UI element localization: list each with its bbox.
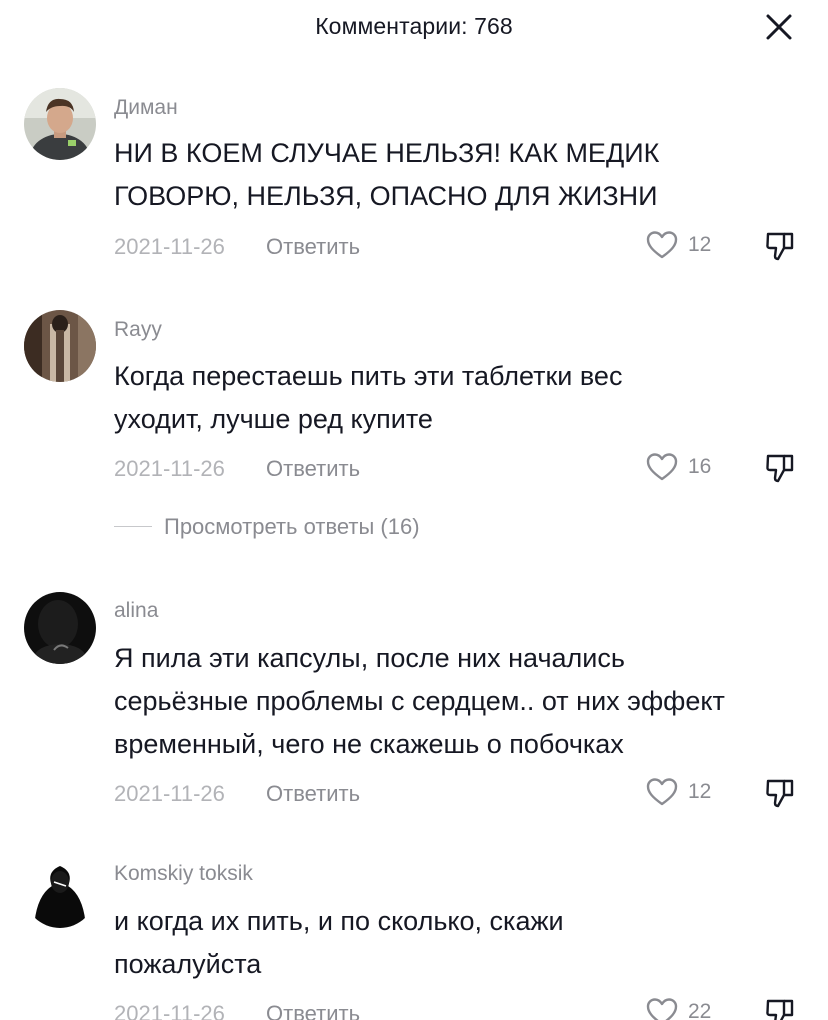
like-button[interactable]: 12 — [646, 230, 726, 262]
dislike-button[interactable] — [764, 777, 796, 809]
heart-icon — [646, 998, 678, 1020]
close-button[interactable] — [762, 10, 796, 44]
thumbs-down-icon — [766, 999, 794, 1020]
heart-icon — [646, 231, 678, 259]
reply-button[interactable]: Ответить — [266, 1001, 360, 1020]
reply-button[interactable]: Ответить — [266, 456, 360, 482]
like-button[interactable]: 16 — [646, 452, 726, 484]
like-button[interactable]: 22 — [646, 997, 726, 1020]
comment-text: и когда их пить, и по сколько, скажи пож… — [114, 906, 564, 979]
comment-date: 2021-11-26 — [114, 456, 225, 481]
comments-header: Комментарии: 768 — [0, 0, 828, 56]
comment-date: 2021-11-26 — [114, 781, 225, 806]
thumbs-down-icon — [766, 779, 794, 808]
dislike-button[interactable] — [764, 230, 796, 262]
avatar[interactable] — [24, 856, 96, 928]
comment-username[interactable]: Komskiy toksik — [114, 862, 253, 886]
comments-sheet: Комментарии: 768 Диман НИ В КОЕМ СЛУЧАЕ … — [0, 0, 828, 1020]
comment-date: 2021-11-26 — [114, 1001, 225, 1020]
comment-text: Я пила эти капсулы, после них начались с… — [114, 643, 725, 759]
heart-icon — [646, 778, 678, 806]
reply-button[interactable]: Ответить — [266, 781, 360, 807]
like-count: 22 — [688, 1000, 712, 1020]
dislike-button[interactable] — [764, 997, 796, 1020]
comment-username[interactable]: Диман — [114, 96, 178, 120]
comment-date: 2021-11-26 — [114, 234, 225, 259]
like-button[interactable]: 12 — [646, 777, 726, 809]
heart-icon — [646, 453, 678, 481]
reply-button[interactable]: Ответить — [266, 234, 360, 260]
replies-divider — [114, 526, 152, 527]
thumbs-down-icon — [766, 454, 794, 483]
dislike-button[interactable] — [764, 452, 796, 484]
view-replies-label: Просмотреть ответы (16) — [164, 514, 420, 539]
comment-text: Когда перестаешь пить эти таблетки вес у… — [114, 361, 623, 434]
avatar[interactable] — [24, 310, 96, 382]
avatar[interactable] — [24, 592, 96, 664]
avatar[interactable] — [24, 88, 96, 160]
comment-text: НИ В КОЕМ СЛУЧАЕ НЕЛЬЗЯ! КАК МЕДИК ГОВОР… — [114, 138, 660, 211]
close-icon — [766, 14, 792, 40]
comment-username[interactable]: alina — [114, 599, 158, 623]
comments-count-title: Комментарии: 768 — [315, 13, 513, 39]
like-count: 12 — [688, 780, 712, 803]
thumbs-down-icon — [766, 232, 794, 261]
comment-username[interactable]: Rayy — [114, 318, 162, 342]
like-count: 16 — [688, 455, 712, 478]
like-count: 12 — [688, 233, 712, 256]
